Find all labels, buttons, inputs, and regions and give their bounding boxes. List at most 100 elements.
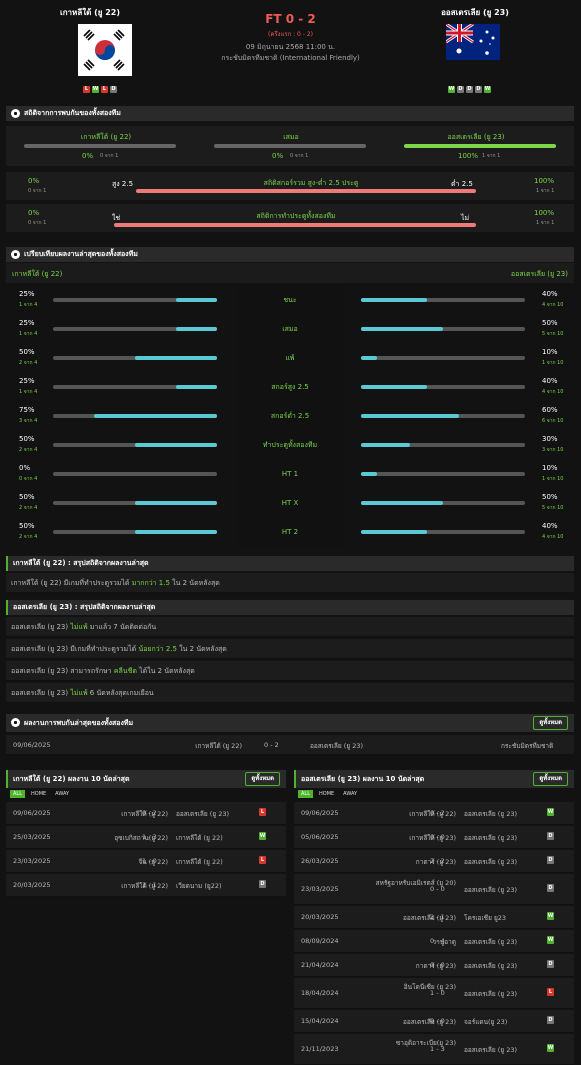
home-pct: 50% [19, 522, 35, 530]
away-count: 1 จาก 10 [542, 476, 564, 482]
result-badge: W [547, 912, 554, 920]
result-badge: D [547, 960, 554, 968]
summary-text: ได้ใน 2 นัดหลังสุด [136, 667, 195, 675]
tab-home[interactable]: HOME [316, 790, 337, 798]
home-count: 1 จาก 4 [19, 389, 38, 395]
away-team: ออสเตรเลีย (ยู 23) [464, 858, 518, 866]
summary-text: ออสเตรเลีย (ยู 23) [11, 689, 71, 697]
match-date: 21/04/2024 [301, 961, 339, 969]
match-row[interactable]: 20/03/2025 ออสเตรเลีย (ยู 23) 2 - 1 โครเอเช… [294, 906, 574, 929]
tab-home[interactable]: HOME [28, 790, 49, 798]
away-count: 4 จาก 10 [542, 302, 564, 308]
ou-title: สถิติสกอร์รวม สูง-ต่ำ 2.5 ประตู [263, 179, 359, 187]
match-row[interactable]: 05/06/2025 เกาหลีใต้ (ยู 23) 0 - 0 ออสเตรเล… [294, 826, 574, 849]
match-score: 0 - 0 [430, 961, 445, 969]
match-row[interactable]: 15/04/2024 ออสเตรเลีย (ยู 23) 0 - 0 จอร์แดน… [294, 1010, 574, 1033]
match-row[interactable]: 26/03/2025 กาตาร์ (ยู 23) 2 - 2 ออสเตรเลีย … [294, 850, 574, 873]
match-row[interactable]: 09/06/2025 เกาหลีใต้ (ยู 22) 0 - 2 ออสเตรเล… [294, 802, 574, 825]
match-score: 0 - 2 [430, 809, 445, 817]
match-row[interactable]: 09/06/2025 เกาหลีใต้ (ยู 22) 0 - 2 ออสเตรเล… [6, 802, 286, 825]
match-score: 0 - 0 [430, 833, 445, 841]
away-count: 4 จาก 10 [542, 389, 564, 395]
away-bar-fill [361, 443, 411, 447]
result-badge: W [547, 1044, 554, 1052]
result-badge: D [547, 832, 554, 840]
home-wins-label: เกาหลีใต้ (ยู 22) [80, 133, 132, 141]
match-row[interactable]: 23/03/2025 สหรัฐอาหรับเอมิเรตส์ (ยู 20) 0 … [294, 874, 574, 905]
compare-row-label: แพ้ [235, 344, 345, 372]
away-pct: 50% [542, 319, 558, 327]
away-team: จอร์แดน(ยู 23) [464, 1018, 508, 1026]
match-date: 23/03/2025 [13, 857, 51, 865]
match-row[interactable]: 20/03/2025 เกาหลีใต้ (ยู 22) 1 - 1 เวียดนาม… [6, 874, 286, 897]
compare-away-label: ออสเตรเลีย (ยู 23) [510, 270, 568, 278]
match-date: 20/03/2025 [13, 881, 51, 889]
match-row[interactable]: 23/03/2025 จีน (ยู 22) 1 - 0 เกาหลีใต้ (ยู … [6, 850, 286, 873]
away-pct: 30% [542, 435, 558, 443]
home-count: 2 จาก 4 [19, 534, 38, 540]
summary-text: ออสเตรเลีย (ยู 23) สามารถรักษา [11, 667, 114, 675]
result-badge: W [259, 832, 266, 840]
see-all-button[interactable]: ดูทั้งหมด [245, 772, 280, 786]
home-count: 2 จาก 4 [19, 360, 38, 366]
tab-away[interactable]: AWAY [52, 790, 72, 798]
result-badge: D [547, 1016, 554, 1024]
away-pct: 10% [542, 348, 558, 356]
away-count: 5 จาก 10 [542, 331, 564, 337]
result-badge: L [259, 808, 266, 816]
home-pct: 50% [19, 348, 35, 356]
away-team: ออสเตรเลีย (ยู 23) [464, 810, 518, 818]
match-row[interactable]: 18/04/2024 อินโดนีเซีย (ยู 23) 1 - 0 ออสเตร… [294, 978, 574, 1009]
section-title: เกาหลีใต้ (ยู 22) : สรุปสถิติจากผลงานล่า… [13, 559, 149, 567]
match-score: 1 - 0 [142, 857, 157, 865]
away-bar-fill [361, 298, 427, 302]
home-bar-fill [176, 385, 217, 389]
match-score: 0 - 0 [430, 885, 445, 893]
draw-count: 0 จาก 1 [290, 153, 309, 159]
compare-row: 50% 2 จาก 4 ทำประตูทั้งสองทีม 30% 3 จาก 10 [6, 431, 574, 459]
match-row[interactable]: 21/04/2024 กาตาร์ (ยู 23) 0 - 0 ออสเตรเลีย … [294, 954, 574, 977]
match-date: 18/04/2024 [301, 989, 339, 997]
match-row[interactable]: 08/09/2024 วานูอาตู 0 - 4 ออสเตรเลีย (ยู 23… [294, 930, 574, 953]
home-form-badges: LWLD [83, 86, 117, 93]
match-row[interactable]: 21/11/2023 ซาอุดิอาระเบีย(ยู 23) 1 - 3 ออสเ… [294, 1034, 574, 1065]
away-bar-fill [361, 356, 378, 360]
recent-h2h-row[interactable]: 09/06/2025 เกาหลีใต้ (ยู 22) 0 - 2 ออสเต… [6, 735, 574, 755]
home-wins-count: 0 จาก 1 [100, 153, 119, 159]
compare-row: 50% 2 จาก 4 แพ้ 10% 1 จาก 10 [6, 344, 574, 372]
h2h-stats-header: สถิติจากการพบกันของทั้งสองทีม [6, 106, 574, 121]
see-all-button[interactable]: ดูทั้งหมด [533, 772, 568, 786]
tab-away[interactable]: AWAY [340, 790, 360, 798]
away-count: 1 จาก 10 [542, 360, 564, 366]
compare-row: 25% 1 จาก 4 สกอร์สูง 2.5 40% 4 จาก 10 [6, 373, 574, 401]
form-badge: D [110, 86, 117, 93]
halftime-score: (ครึ่งแรก : 0 - 2) [267, 31, 314, 38]
result-badge: D [547, 884, 554, 892]
away-team: ออสเตรเลีย (ยู 23) [464, 834, 518, 842]
compare-row-label: HT X [235, 489, 345, 517]
tab-all[interactable]: ALL [298, 790, 313, 798]
ou-left-count: 0 จาก 1 [28, 188, 47, 194]
away-bar-fill [361, 327, 443, 331]
draw-bar [214, 144, 366, 148]
match-date: 21/11/2023 [301, 1045, 339, 1053]
match-row[interactable]: 25/03/2025 อุซเบกิสถาน(ยู 22) 1 - 3 เกาหลีใ… [6, 826, 286, 849]
away-pct: 40% [542, 377, 558, 385]
compare-home-label: เกาหลีใต้ (ยู 22) [12, 270, 63, 278]
compare-row-label: สกอร์ต่ำ 2.5 [235, 402, 345, 430]
btts-bar [114, 223, 476, 227]
result-badge: W [547, 808, 554, 816]
away-bar-fill [361, 530, 427, 534]
summary-highlight: ไม่แพ้ [70, 623, 88, 631]
summary-text: ใน 2 นัดหลังสุด [177, 645, 227, 653]
ou-left-pct: 0% [28, 177, 40, 185]
away-team: โครเอเชีย ยู23 [464, 914, 507, 922]
tab-all[interactable]: ALL [10, 790, 25, 798]
see-all-button[interactable]: ดูทั้งหมด [533, 716, 568, 730]
section-title: ผลงานการพบกันล่าสุดของทั้งสองทีม [24, 719, 134, 727]
section-title: เกาหลีใต้ (ยู 22) ผลงาน 10 นัดล่าสุด [13, 775, 130, 783]
away-pct: 10% [542, 464, 558, 472]
summary-text: ออสเตรเลีย (ยู 23) [11, 623, 71, 631]
form-badge: L [83, 86, 90, 93]
result-badge: W [547, 936, 554, 944]
